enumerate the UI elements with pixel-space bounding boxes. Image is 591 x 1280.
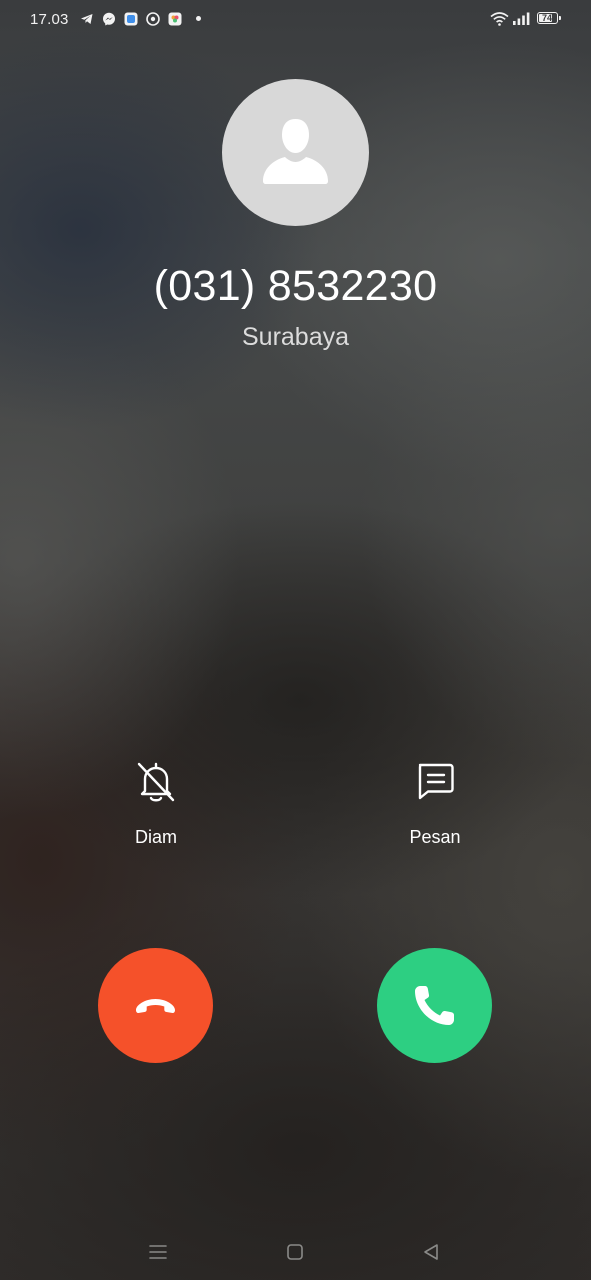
- person-icon: [263, 119, 328, 184]
- wifi-icon: [490, 12, 509, 26]
- battery-icon: 74: [537, 12, 561, 24]
- photos-icon: [168, 12, 182, 26]
- caller-avatar: [222, 79, 369, 226]
- app-icon: [124, 12, 138, 26]
- silence-label: Diam: [134, 827, 177, 847]
- phone-icon: [415, 986, 454, 1025]
- phone-hangup-icon: [136, 999, 175, 1013]
- message-label: Pesan: [409, 827, 461, 847]
- app-icon: [146, 12, 160, 26]
- decline-call-button[interactable]: [98, 948, 213, 1063]
- silence-button[interactable]: Diam: [96, 760, 216, 860]
- menu-icon[interactable]: [146, 1240, 170, 1264]
- more-notifications-dot: [196, 16, 201, 21]
- signal-icon: [513, 12, 530, 25]
- telegram-icon: [81, 14, 93, 24]
- status-time: 17.03: [30, 11, 69, 28]
- bell-off-icon: [137, 762, 175, 802]
- caller-location: Surabaya: [241, 323, 350, 351]
- messenger-icon: [103, 12, 115, 26]
- status-bar: 17.03 74: [0, 0, 591, 40]
- battery-level: 74: [541, 13, 552, 23]
- back-icon[interactable]: [420, 1240, 444, 1264]
- home-icon[interactable]: [283, 1240, 307, 1264]
- caller-number: (031) 8532230: [153, 262, 438, 310]
- message-button[interactable]: Pesan: [375, 760, 495, 860]
- accept-call-button[interactable]: [377, 948, 492, 1063]
- message-icon: [418, 763, 454, 800]
